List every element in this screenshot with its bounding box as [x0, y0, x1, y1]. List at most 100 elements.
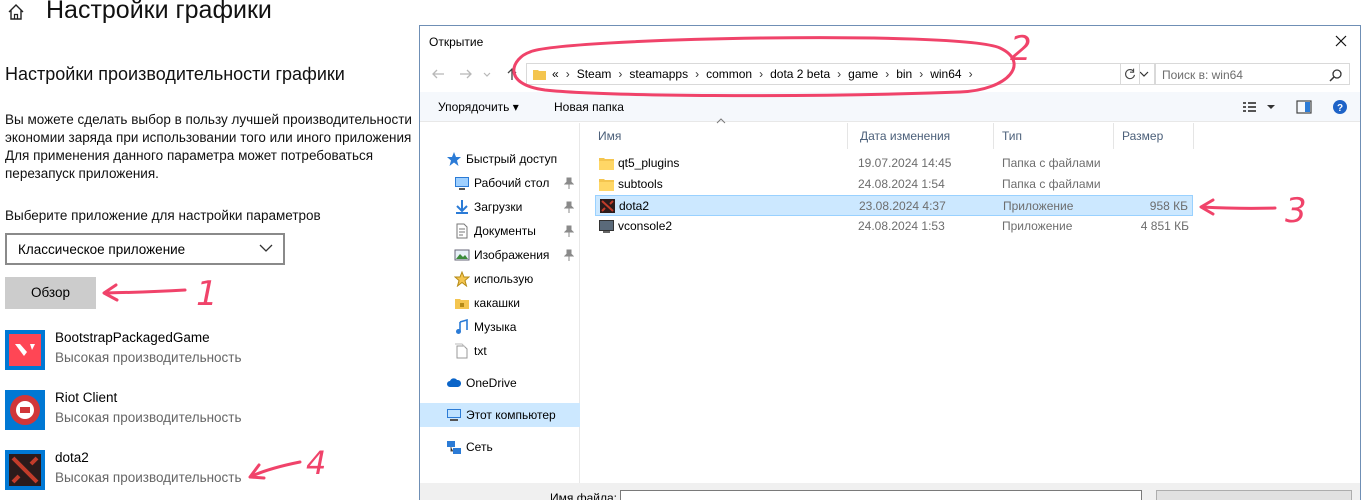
network-icon — [447, 441, 461, 454]
filename-input[interactable] — [620, 490, 1142, 500]
search-input[interactable]: Поиск в: win64 — [1154, 63, 1350, 85]
dota2-exe-icon — [600, 199, 615, 213]
forward-arrow-icon[interactable] — [458, 66, 474, 82]
column-header-name[interactable]: Имя — [590, 123, 848, 149]
section-title: Настройки производительности графики — [5, 64, 345, 84]
download-icon — [456, 200, 468, 214]
help-icon[interactable]: ? — [1332, 99, 1348, 115]
new-folder-button[interactable]: Новая папка — [554, 100, 624, 114]
nav-item-label: Рабочий стол — [474, 176, 550, 190]
back-arrow-icon[interactable] — [430, 66, 446, 82]
app-list-item[interactable]: Riot Client Высокая производительность — [5, 390, 405, 432]
file-name: dota2 — [619, 199, 650, 213]
recent-chevron-icon[interactable] — [482, 66, 492, 82]
nav-item[interactable]: Документы — [420, 219, 580, 243]
dialog-title: Открытие — [429, 35, 484, 49]
address-bar[interactable]: « › Steam › steamapps › common › dota 2 … — [526, 63, 1156, 85]
nav-item-label: txt — [474, 344, 487, 358]
dota2-icon — [5, 450, 45, 490]
file-row[interactable]: subtools 24.08.2024 1:54 Папка с файлами — [595, 174, 1193, 195]
breadcrumb-separator-icon: › — [759, 67, 764, 81]
nav-item[interactable]: Загрузки — [420, 195, 580, 219]
svg-text:?: ? — [1337, 103, 1343, 114]
app-list-item[interactable]: BootstrapPackagedGame Высокая производит… — [5, 330, 405, 372]
search-placeholder: Поиск в: win64 — [1162, 68, 1243, 82]
view-dropdown-icon[interactable] — [1266, 99, 1276, 115]
close-icon[interactable] — [1330, 30, 1352, 52]
nav-item-label: какашки — [474, 296, 520, 310]
file-name: subtools — [618, 177, 663, 191]
file-type-dropdown[interactable] — [1156, 490, 1352, 500]
column-header-type[interactable]: Тип — [994, 123, 1114, 149]
file-type: Папка с файлами — [1002, 177, 1101, 191]
breadcrumb-item[interactable]: win64 — [930, 67, 961, 81]
breadcrumb-item[interactable]: Steam — [577, 67, 612, 81]
nav-item[interactable]: Музыка — [420, 315, 580, 339]
preview-pane-icon[interactable] — [1296, 99, 1312, 115]
home-icon[interactable] — [6, 2, 26, 22]
breadcrumb-overflow[interactable]: « — [552, 67, 559, 81]
file-date: 23.08.2024 4:37 — [859, 199, 946, 213]
view-options-icon[interactable] — [1242, 99, 1258, 115]
document-icon — [456, 223, 468, 239]
breadcrumb-item[interactable]: common — [706, 67, 752, 81]
page-title: Настройки графики — [46, 0, 272, 24]
choose-app-label: Выберите приложение для настройки параме… — [5, 208, 321, 223]
app-list-item[interactable]: dota2 Высокая производительность — [5, 450, 405, 492]
valorant-icon — [5, 330, 45, 370]
vconsole-exe-icon — [599, 220, 614, 233]
organize-button[interactable]: Упорядочить ▾ — [438, 100, 519, 114]
description-line: Для применения данного параметра может п… — [5, 148, 374, 163]
file-row[interactable]: qt5_plugins 19.07.2024 14:45 Папка с файла… — [595, 153, 1193, 174]
breadcrumb-separator-icon: › — [968, 67, 973, 81]
nav-item[interactable]: txt — [420, 339, 580, 363]
nav-item[interactable]: использую — [420, 267, 580, 291]
file-size: 958 КБ — [1149, 199, 1188, 213]
chevron-down-icon — [259, 244, 273, 252]
nav-item-label: использую — [474, 272, 534, 286]
nav-item[interactable]: Изображения — [420, 243, 580, 267]
nav-item[interactable]: какашки — [420, 291, 580, 315]
lock-folder-icon — [455, 299, 469, 309]
search-icon — [1329, 69, 1342, 82]
txt-folder-icon — [455, 343, 468, 359]
nav-item[interactable]: Быстрый доступ — [420, 147, 580, 171]
nav-item-label: Музыка — [474, 320, 517, 334]
refresh-icon[interactable] — [1120, 63, 1140, 85]
breadcrumb-separator-icon: › — [618, 67, 623, 81]
column-header-date[interactable]: Дата изменения — [852, 123, 994, 149]
file-name: qt5_plugins — [618, 156, 680, 170]
nav-item-label: Документы — [474, 224, 536, 238]
breadcrumb-separator-icon: › — [565, 67, 570, 81]
address-dropdown-icon[interactable] — [1139, 71, 1149, 78]
description-line: перезапуск приложения. — [5, 166, 159, 181]
pin-icon — [564, 249, 574, 261]
file-type: Приложение — [1002, 219, 1073, 233]
nav-item[interactable]: OneDrive — [420, 371, 580, 395]
breadcrumb-separator-icon: › — [695, 67, 700, 81]
nav-item[interactable]: Этот компьютер — [420, 403, 580, 427]
riot-client-icon — [5, 390, 45, 430]
dialog-toolbar: Упорядочить ▾ Новая папка ? — [420, 92, 1360, 122]
column-header-size[interactable]: Размер — [1114, 123, 1194, 149]
nav-item-label: Быстрый доступ — [466, 152, 558, 166]
nav-item[interactable]: Рабочий стол — [420, 171, 580, 195]
dialog-titlebar[interactable]: Открытие — [420, 26, 1360, 57]
browse-button[interactable]: Обзор — [5, 277, 96, 309]
filename-label: Имя файла: — [550, 491, 617, 500]
pin-icon — [564, 225, 574, 237]
breadcrumb-item[interactable]: bin — [896, 67, 912, 81]
nav-item[interactable]: Сеть — [420, 435, 580, 459]
breadcrumb-item[interactable]: steamapps — [629, 67, 688, 81]
app-name: dota2 — [55, 450, 89, 465]
nav-item-label: Загрузки — [474, 200, 523, 214]
app-name: BootstrapPackagedGame — [55, 330, 210, 345]
file-type: Папка с файлами — [1002, 156, 1101, 170]
up-arrow-icon[interactable] — [504, 66, 520, 82]
app-preference: Высокая производительность — [55, 470, 242, 485]
app-type-dropdown[interactable]: Классическое приложение — [5, 233, 285, 265]
breadcrumb-item[interactable]: game — [848, 67, 878, 81]
breadcrumb-item[interactable]: dota 2 beta — [770, 67, 830, 81]
file-row[interactable]: vconsole2 24.08.2024 1:53 Приложение 4 851 … — [595, 216, 1193, 237]
file-row[interactable]: dota2 23.08.2024 4:37 Приложение 958 КБ — [595, 195, 1193, 216]
